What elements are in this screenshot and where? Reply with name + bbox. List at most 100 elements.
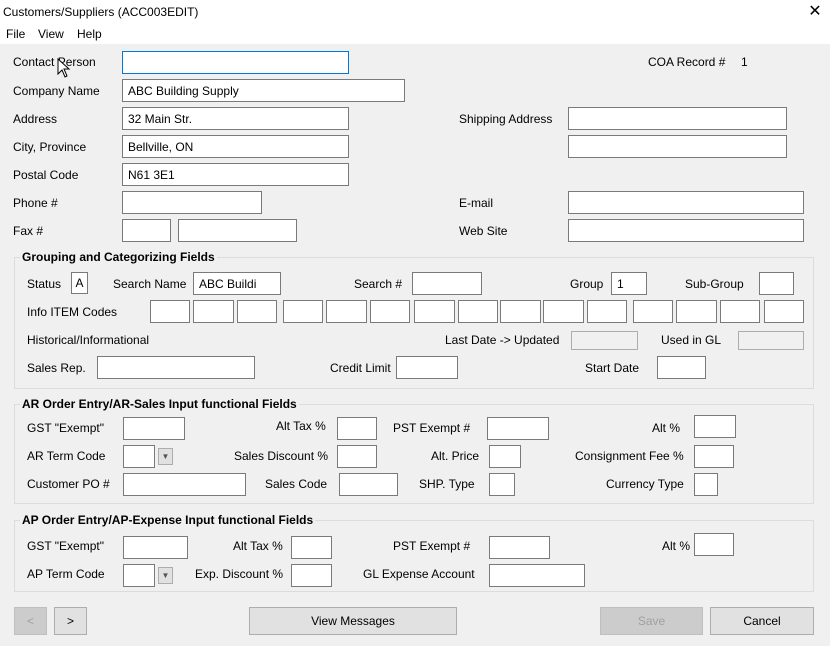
ap-alt-pct-label: Alt % bbox=[662, 539, 691, 553]
shp-type-input[interactable] bbox=[489, 473, 515, 496]
company-name-input[interactable] bbox=[122, 79, 405, 102]
chevron-down-icon[interactable]: ▼ bbox=[158, 448, 173, 465]
search-name-input[interactable] bbox=[193, 272, 281, 295]
sub-group-label: Sub-Group bbox=[685, 277, 744, 291]
group-label: Group bbox=[570, 277, 604, 291]
contact-person-label: Contact Person bbox=[13, 55, 96, 69]
info-code-input[interactable] bbox=[720, 300, 760, 323]
email-label: E-mail bbox=[459, 196, 494, 210]
ar-alt-pct-input[interactable] bbox=[694, 415, 736, 438]
address-input[interactable] bbox=[122, 107, 349, 130]
sales-rep-input[interactable] bbox=[97, 356, 255, 379]
web-site-label: Web Site bbox=[459, 224, 508, 238]
search-name-label: Search Name bbox=[113, 277, 187, 291]
used-in-gl-field bbox=[738, 331, 804, 350]
ap-gst-exempt-input[interactable] bbox=[123, 536, 188, 559]
ap-term-code-input[interactable] bbox=[123, 564, 155, 587]
status-input[interactable]: A bbox=[71, 272, 88, 294]
shipping-address-line2[interactable] bbox=[568, 135, 787, 158]
group-input[interactable] bbox=[611, 272, 647, 295]
gl-expense-account-input[interactable] bbox=[489, 564, 585, 587]
ar-pst-exempt-input[interactable] bbox=[487, 417, 549, 440]
cancel-button[interactable]: Cancel bbox=[710, 607, 814, 635]
info-code-input[interactable] bbox=[283, 300, 323, 323]
exp-discount-input[interactable] bbox=[291, 564, 332, 587]
ap-alt-pct-input[interactable] bbox=[694, 533, 734, 556]
save-button[interactable]: Save bbox=[600, 607, 703, 635]
customer-po-input[interactable] bbox=[123, 473, 246, 496]
sales-discount-input[interactable] bbox=[337, 445, 377, 468]
ar-term-code-label: AR Term Code bbox=[27, 449, 106, 463]
fax-label: Fax # bbox=[13, 224, 44, 238]
consignment-fee-input[interactable] bbox=[694, 445, 734, 468]
city-province-input[interactable] bbox=[122, 135, 349, 158]
phone-input[interactable] bbox=[122, 191, 262, 214]
info-code-input[interactable] bbox=[543, 300, 584, 323]
exp-discount-label: Exp. Discount % bbox=[195, 567, 284, 581]
credit-limit-input[interactable] bbox=[396, 356, 458, 379]
window-title: Customers/Suppliers (ACC003EDIT) bbox=[3, 5, 199, 19]
ap-pst-exempt-label: PST Exempt # bbox=[393, 539, 471, 553]
view-messages-button[interactable]: View Messages bbox=[249, 607, 457, 635]
ar-alt-pct-label: Alt % bbox=[652, 421, 681, 435]
city-province-label: City, Province bbox=[13, 140, 87, 154]
previous-record-button[interactable]: < bbox=[14, 607, 47, 635]
consignment-fee-label: Consignment Fee % bbox=[575, 449, 684, 463]
info-code-input[interactable] bbox=[414, 300, 455, 323]
ar-gst-exempt-input[interactable] bbox=[123, 417, 185, 440]
info-code-input[interactable] bbox=[764, 300, 804, 323]
menu-bar: File View Help bbox=[0, 24, 830, 44]
sub-group-input[interactable] bbox=[759, 272, 794, 295]
close-icon[interactable]: ✕ bbox=[800, 0, 830, 24]
info-code-input[interactable] bbox=[587, 300, 627, 323]
start-date-label: Start Date bbox=[585, 361, 640, 375]
sales-rep-label: Sales Rep. bbox=[27, 361, 86, 375]
gl-expense-account-label: GL Expense Account bbox=[363, 567, 475, 581]
fax-area-input[interactable] bbox=[122, 219, 171, 242]
contact-person-input[interactable] bbox=[122, 51, 349, 74]
address-label: Address bbox=[13, 112, 58, 126]
menu-view[interactable]: View bbox=[38, 27, 64, 41]
currency-type-input[interactable] bbox=[694, 473, 718, 496]
ar-term-code-input[interactable] bbox=[123, 445, 155, 468]
web-site-input[interactable] bbox=[568, 219, 804, 242]
sales-discount-label: Sales Discount % bbox=[234, 449, 329, 463]
ap-alt-tax-input[interactable] bbox=[291, 536, 332, 559]
search-number-input[interactable] bbox=[412, 272, 482, 295]
ar-pst-exempt-label: PST Exempt # bbox=[393, 421, 471, 435]
alt-price-input[interactable] bbox=[489, 445, 521, 468]
menu-help[interactable]: Help bbox=[77, 27, 102, 41]
coa-record-value: 1 bbox=[741, 55, 748, 69]
info-code-input[interactable] bbox=[458, 300, 498, 323]
status-label: Status bbox=[27, 277, 62, 291]
info-code-input[interactable] bbox=[150, 300, 190, 323]
ar-alt-tax-label: Alt Tax % bbox=[276, 419, 326, 433]
shp-type-label: SHP. Type bbox=[419, 477, 475, 491]
phone-label: Phone # bbox=[13, 196, 58, 210]
info-code-input[interactable] bbox=[326, 300, 367, 323]
info-code-input[interactable] bbox=[676, 300, 717, 323]
menu-file[interactable]: File bbox=[6, 27, 25, 41]
next-record-button[interactable]: > bbox=[54, 607, 87, 635]
grouping-title: Grouping and Categorizing Fields bbox=[20, 250, 217, 264]
info-code-input[interactable] bbox=[237, 300, 277, 323]
info-code-input[interactable] bbox=[193, 300, 234, 323]
postal-code-label: Postal Code bbox=[13, 168, 79, 182]
email-input[interactable] bbox=[568, 191, 804, 214]
sales-code-input[interactable] bbox=[339, 473, 398, 496]
postal-code-input[interactable] bbox=[122, 163, 349, 186]
last-date-updated-label: Last Date -> Updated bbox=[445, 333, 560, 347]
ap-pst-exempt-input[interactable] bbox=[489, 536, 550, 559]
chevron-down-icon[interactable]: ▼ bbox=[158, 567, 173, 584]
company-name-label: Company Name bbox=[13, 84, 100, 98]
start-date-input[interactable] bbox=[657, 356, 706, 379]
info-code-input[interactable] bbox=[370, 300, 410, 323]
info-code-input[interactable] bbox=[500, 300, 541, 323]
shipping-address-line1[interactable] bbox=[568, 107, 787, 130]
info-code-input[interactable] bbox=[633, 300, 673, 323]
fax-number-input[interactable] bbox=[178, 219, 297, 242]
title-bar: Customers/Suppliers (ACC003EDIT) ✕ bbox=[0, 0, 830, 24]
ar-alt-tax-input[interactable] bbox=[337, 417, 377, 440]
ar-section-title: AR Order Entry/AR-Sales Input functional… bbox=[20, 397, 299, 411]
ar-gst-exempt-label: GST "Exempt" bbox=[27, 421, 104, 435]
